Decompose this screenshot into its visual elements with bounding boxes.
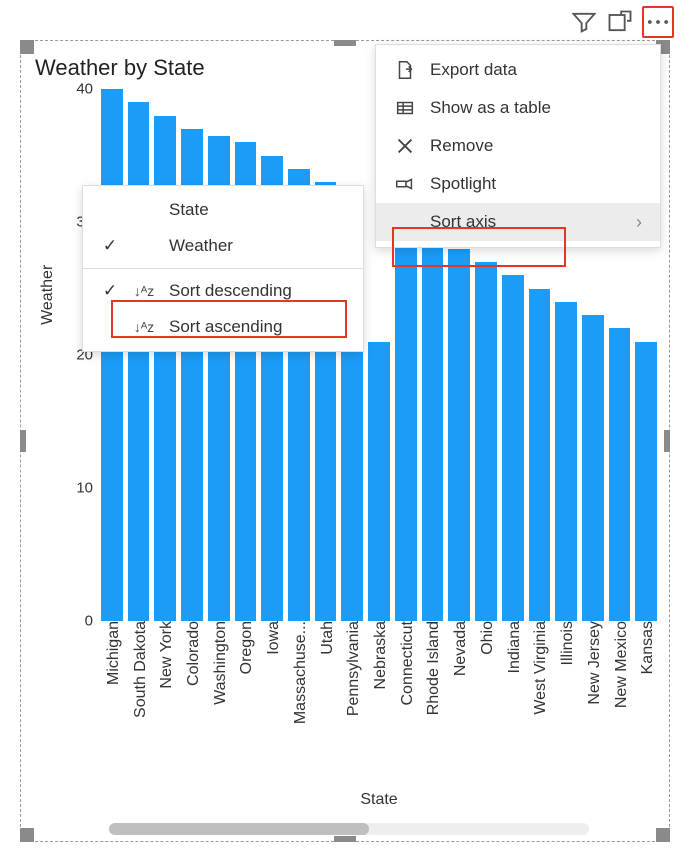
- menu-remove[interactable]: Remove: [376, 127, 660, 165]
- y-tick-label: 10: [76, 480, 101, 497]
- resize-handle-bl[interactable]: [20, 828, 34, 842]
- x-tick-label: Connecticut: [395, 621, 417, 706]
- bar-rect: [101, 89, 123, 621]
- bar[interactable]: Illinois: [555, 302, 577, 621]
- x-tick-label: New Jersey: [582, 621, 604, 705]
- x-tick-label: West Virginia: [528, 621, 550, 715]
- bar-rect: [502, 275, 524, 621]
- x-tick-label: Ohio: [475, 621, 497, 655]
- submenu-item-label: Weather: [169, 236, 233, 256]
- bar[interactable]: Kansas: [635, 342, 657, 621]
- bar-rect: [448, 249, 470, 621]
- x-tick-label: Nevada: [448, 621, 470, 676]
- x-axis-label: State: [360, 791, 397, 809]
- resize-handle-left[interactable]: [20, 430, 26, 452]
- menu-item-label: Sort axis: [430, 212, 496, 232]
- bar[interactable]: South Dakota: [128, 102, 150, 621]
- bar[interactable]: Michigan: [101, 89, 123, 621]
- menu-item-label: Remove: [430, 136, 493, 156]
- bar[interactable]: Pennsylvania: [341, 342, 363, 621]
- x-tick-label: New York: [154, 621, 176, 689]
- submenu-item-label: Sort ascending: [169, 317, 282, 337]
- sort-axis-submenu: State ✓ Weather ✓ ↓ᴬz Sort descending ↓ᴬ…: [82, 185, 364, 352]
- horizontal-scrollbar[interactable]: [109, 823, 589, 835]
- bar-rect: [475, 262, 497, 621]
- bar-rect: [368, 342, 390, 621]
- bar[interactable]: Ohio: [475, 262, 497, 621]
- bar-rect: [128, 102, 150, 621]
- bar[interactable]: Nevada: [448, 249, 470, 621]
- check-icon: ✓: [101, 236, 119, 256]
- bar[interactable]: West Virginia: [529, 289, 551, 622]
- bar[interactable]: Connecticut: [395, 222, 417, 621]
- scrollbar-thumb[interactable]: [109, 823, 369, 835]
- blank-icon: [394, 211, 416, 233]
- resize-handle-right[interactable]: [664, 430, 670, 452]
- x-tick-label: Pennsylvania: [341, 621, 363, 716]
- close-icon: [394, 135, 416, 157]
- menu-item-label: Export data: [430, 60, 517, 80]
- menu-item-label: Show as a table: [430, 98, 551, 118]
- x-tick-label: Indiana: [502, 621, 524, 674]
- y-tick-label: 0: [85, 613, 101, 630]
- resize-handle-bottom[interactable]: [334, 836, 356, 842]
- focus-mode-icon[interactable]: [606, 8, 634, 36]
- x-tick-label: Washington: [208, 621, 230, 705]
- bar[interactable]: New Jersey: [582, 315, 604, 621]
- submenu-item-label: Sort descending: [169, 281, 292, 301]
- sort-by-state[interactable]: State: [83, 192, 363, 228]
- menu-show-as-table[interactable]: Show as a table: [376, 89, 660, 127]
- spotlight-icon: [394, 173, 416, 195]
- x-tick-label: South Dakota: [128, 621, 150, 718]
- bar-rect: [635, 342, 657, 621]
- resize-handle-br[interactable]: [656, 828, 670, 842]
- resize-handle-top[interactable]: [334, 40, 356, 46]
- sort-by-weather[interactable]: ✓ Weather: [83, 228, 363, 264]
- menu-export-data[interactable]: Export data: [376, 51, 660, 89]
- y-axis-label: Weather: [39, 265, 57, 325]
- chart-title: Weather by State: [35, 55, 205, 81]
- x-tick-label: Colorado: [181, 621, 203, 686]
- x-tick-label: Nebraska: [368, 621, 390, 689]
- bar-rect: [555, 302, 577, 621]
- sort-desc-icon: ↓ᴬz: [133, 283, 155, 299]
- bar-rect: [609, 328, 631, 621]
- x-tick-label: Rhode Island: [421, 621, 443, 715]
- bar[interactable]: Rhode Island: [422, 235, 444, 621]
- bar-rect: [529, 289, 551, 622]
- sort-ascending[interactable]: ↓ᴬz Sort ascending: [83, 309, 363, 345]
- sort-asc-icon: ↓ᴬz: [133, 319, 155, 335]
- chevron-right-icon: ›: [636, 212, 642, 233]
- x-tick-label: Iowa: [261, 621, 283, 655]
- table-icon: [394, 97, 416, 119]
- x-tick-label: Utah: [315, 621, 337, 655]
- x-tick-label: Kansas: [635, 621, 657, 674]
- y-tick-label: 40: [76, 81, 101, 98]
- bar-rect: [422, 235, 444, 621]
- bar[interactable]: New Mexico: [609, 328, 631, 621]
- menu-spotlight[interactable]: Spotlight: [376, 165, 660, 203]
- bar[interactable]: Indiana: [502, 275, 524, 621]
- menu-separator: [83, 268, 363, 269]
- context-menu: Export data Show as a table Remove Spotl…: [375, 44, 661, 248]
- check-icon: ✓: [101, 281, 119, 301]
- filter-icon[interactable]: [570, 8, 598, 36]
- x-tick-label: New Mexico: [609, 621, 631, 708]
- bar-rect: [341, 342, 363, 621]
- x-tick-label: Oregon: [234, 621, 256, 674]
- resize-handle-tl[interactable]: [20, 40, 34, 54]
- bar[interactable]: Nebraska: [368, 342, 390, 621]
- more-options-button[interactable]: [642, 6, 674, 38]
- x-tick-label: Massachuse...: [288, 621, 310, 724]
- submenu-item-label: State: [169, 200, 209, 220]
- menu-item-label: Spotlight: [430, 174, 496, 194]
- bar-rect: [582, 315, 604, 621]
- export-icon: [394, 59, 416, 81]
- x-tick-label: Illinois: [555, 621, 577, 665]
- bar-rect: [395, 222, 417, 621]
- sort-descending[interactable]: ✓ ↓ᴬz Sort descending: [83, 273, 363, 309]
- x-tick-label: Michigan: [101, 621, 123, 685]
- menu-sort-axis[interactable]: Sort axis ›: [376, 203, 660, 241]
